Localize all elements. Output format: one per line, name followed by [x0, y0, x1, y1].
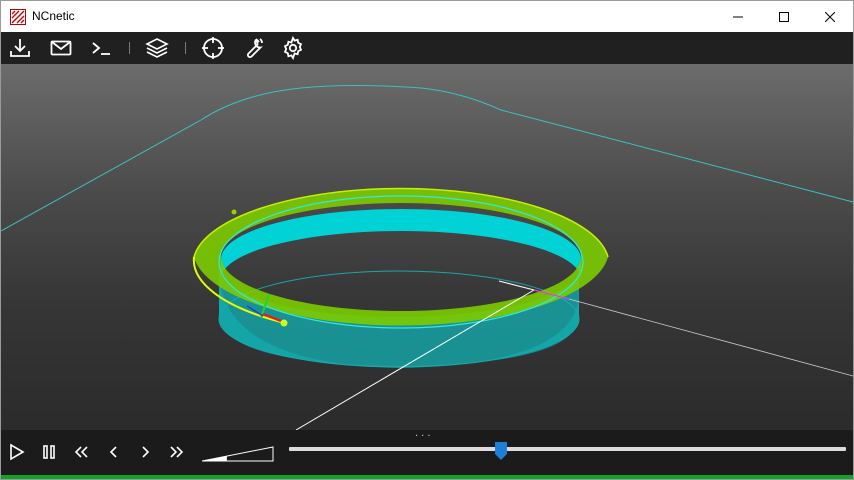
toolbar: [1, 32, 853, 64]
ring-inner-wall: [221, 209, 581, 279]
download-button[interactable]: [7, 35, 33, 61]
step-forward-icon: [142, 446, 150, 458]
download-icon: [10, 39, 30, 57]
gear-icon: [283, 36, 303, 60]
fast-forward-icon: [170, 446, 184, 458]
maximize-icon: [779, 11, 789, 22]
toolpath-scene: [1, 85, 853, 430]
mail-icon: [50, 40, 72, 56]
tools-button[interactable]: [240, 35, 266, 61]
speed-slider[interactable]: [202, 446, 274, 462]
toolbar-separator: [129, 42, 130, 54]
play-icon: [10, 443, 25, 461]
close-icon: [825, 11, 835, 22]
wrench-icon: [247, 38, 263, 58]
settings-button[interactable]: [280, 35, 306, 61]
fast-forward-button[interactable]: [167, 442, 187, 462]
app-window: NCnetic ...: [0, 0, 854, 480]
status-bar: [1, 475, 853, 479]
layers-icon: [145, 38, 169, 58]
step-back-button[interactable]: [104, 442, 124, 462]
timeline-track[interactable]: [289, 447, 846, 451]
expand-handle[interactable]: ...: [415, 429, 434, 439]
3d-viewport[interactable]: [1, 64, 853, 430]
timeline-thumb[interactable]: [494, 442, 507, 460]
play-button[interactable]: [7, 442, 27, 462]
mail-button[interactable]: [48, 35, 74, 61]
toolbar-separator: [185, 42, 186, 54]
crosshair-icon: [202, 37, 224, 59]
pause-button[interactable]: [39, 442, 59, 462]
maximize-button[interactable]: [761, 1, 807, 32]
close-button[interactable]: [807, 1, 853, 32]
minimize-button[interactable]: [715, 1, 761, 32]
crosshair-button[interactable]: [200, 35, 226, 61]
minimize-icon: [733, 16, 743, 17]
window-title: NCnetic: [32, 9, 75, 23]
playback-bar: ...: [1, 429, 853, 475]
rewind-icon: [74, 446, 88, 458]
pause-icon: [43, 445, 55, 459]
rewind-button[interactable]: [71, 442, 91, 462]
stock-outline: [1, 85, 853, 232]
layers-button[interactable]: [144, 35, 170, 61]
terminal-icon: [92, 42, 110, 55]
title-bar: NCnetic: [1, 1, 853, 32]
app-logo-icon: [10, 9, 26, 25]
step-forward-button[interactable]: [135, 442, 155, 462]
console-button[interactable]: [88, 35, 114, 61]
step-back-icon: [109, 446, 117, 458]
